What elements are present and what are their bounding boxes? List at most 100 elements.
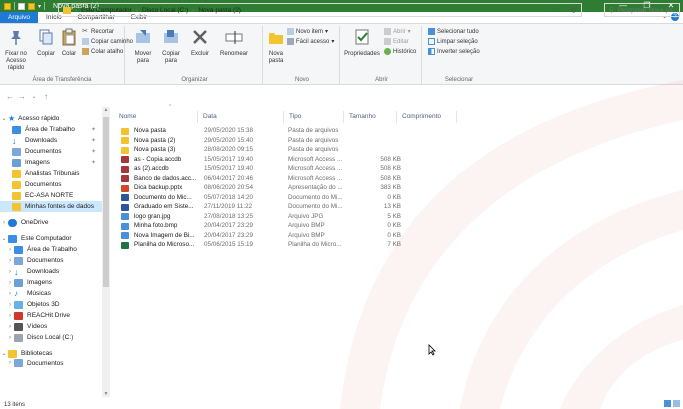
nav-pc-documents[interactable]: › Documentos [0, 255, 110, 266]
file-row[interactable]: Nova pasta 29/05/2020 15:38 Pasta de arqui… [118, 126, 448, 136]
chevron-right-icon[interactable]: › [0, 220, 8, 226]
nav-item-documents[interactable]: Documentos ✦ [0, 146, 110, 157]
nav-pc-images[interactable]: › Imagens [0, 277, 110, 288]
file-row[interactable]: as (2).accdb 15/05/2017 19:40 Microsoft Ac… [118, 164, 448, 174]
copy-path-button[interactable]: Copiar caminho [82, 38, 133, 45]
copy-to-button[interactable]: Copiar para [159, 28, 183, 65]
back-arrow-icon[interactable]: ← [4, 92, 16, 101]
file-row[interactable]: Graduado em Siste... 27/11/2019 11:22 Docu… [118, 202, 448, 212]
file-row[interactable]: Nova pasta (3) 28/08/2020 09:15 Pasta de a… [118, 145, 448, 155]
column-header-date[interactable]: Data [198, 111, 284, 123]
column-header-type[interactable]: Tipo [284, 111, 344, 123]
open-button[interactable]: Abrir ▾ [384, 28, 411, 35]
nav-quick-access[interactable]: ⌄ ★ Acesso rápido [0, 113, 110, 124]
chevron-right-icon[interactable]: › [6, 324, 14, 330]
nav-libraries[interactable]: ⌄ Bibliotecas [0, 348, 110, 359]
file-row[interactable]: Minha foto.bmp 20/04/2017 23:29 Arquivo BM… [118, 221, 448, 231]
file-row[interactable]: Dica backup.pptx 08/06/2020 20:54 Apresent… [118, 183, 448, 193]
chevron-right-icon[interactable]: › [6, 313, 14, 319]
column-header-name[interactable]: Nome [114, 111, 198, 123]
new-folder-icon[interactable] [28, 2, 35, 10]
nav-pc-disk[interactable]: › Disco Local (C:) [0, 332, 110, 343]
image-file-icon [121, 222, 129, 230]
scroll-up-icon[interactable]: ▲ [102, 107, 110, 113]
tab-arquivo[interactable]: Arquivo [0, 12, 39, 23]
nav-item-ec-asa[interactable]: EC-ASA NORTE [0, 190, 110, 201]
move-to-button[interactable]: Mover para [130, 28, 156, 65]
paste-button[interactable]: Colar [60, 28, 78, 58]
history-button[interactable]: Histórico [384, 48, 416, 55]
nav-pc-reachit[interactable]: › REACHit Drive [0, 310, 110, 321]
invert-selection-button[interactable]: Inverter seleção [428, 48, 480, 55]
breadcrumb-disk[interactable]: Disco Local (C:) [142, 7, 188, 14]
delete-button[interactable]: Excluir [187, 28, 213, 58]
file-row[interactable]: logo gran.jpg 27/08/2018 13:25 Arquivo JPG… [118, 212, 448, 222]
chevron-right-icon[interactable]: › [6, 280, 14, 286]
properties-icon[interactable] [18, 2, 25, 10]
column-header-size[interactable]: Tamanho [344, 111, 397, 123]
scrollbar-thumb[interactable] [103, 117, 109, 287]
clear-selection-button[interactable]: Limpar seleção [428, 38, 478, 45]
nav-item-analistas[interactable]: Analistas Tribunais [0, 168, 110, 179]
nav-item-images[interactable]: Imagens ✦ [0, 157, 110, 168]
pin-quick-access-button[interactable]: Fixar no Acesso rápido [3, 28, 29, 72]
chevron-down-icon[interactable]: ⌄ [0, 235, 8, 242]
file-row[interactable]: Nova pasta (2) 29/05/2020 15:40 Pasta de a… [118, 136, 448, 146]
column-header-length[interactable]: Comprimento [397, 111, 457, 123]
rename-button[interactable]: Renomear [217, 28, 251, 58]
breadcrumb-this-pc[interactable]: Este Computador [81, 7, 132, 14]
nav-pc-3d[interactable]: › Objetos 3D [0, 299, 110, 310]
nav-item-desktop[interactable]: Área de Trabalho ✦ [0, 124, 110, 135]
download-arrow-icon: ↓ [14, 266, 19, 277]
file-row[interactable]: Documento do Mic... 05/07/2018 14:20 Docum… [118, 193, 448, 203]
refresh-icon[interactable]: ↻ [570, 6, 577, 15]
file-row[interactable]: Banco de dados.acc... 06/04/2017 20:46 Mic… [118, 174, 448, 184]
nav-lib-documents[interactable]: › Documentos [0, 359, 110, 367]
chevron-down-icon[interactable]: ⌄ [0, 115, 8, 122]
new-item-button[interactable]: Novo item ▾ [287, 28, 328, 35]
file-row[interactable]: as - Copia.accdb 15/05/2017 19:40 Microsof… [118, 155, 448, 165]
search-input[interactable]: ⚲ Pesquisar Nova pa... [604, 3, 680, 17]
file-row[interactable]: Planilha do Microso... 05/06/2015 15:19 Pl… [118, 240, 448, 250]
properties-button[interactable]: Propriedades [344, 28, 380, 58]
nav-pc-videos[interactable]: › Vídeos [0, 321, 110, 332]
nav-pc-desktop[interactable]: › Área de Trabalho [0, 244, 110, 255]
edit-button[interactable]: Editar [384, 38, 409, 45]
chevron-right-icon[interactable]: › [6, 247, 14, 253]
chevron-right-icon[interactable]: › [6, 302, 14, 308]
cut-button[interactable]: ✂ Recortar [82, 28, 114, 35]
copy-button[interactable]: Copiar [36, 28, 56, 58]
nav-item-downloads[interactable]: ↓ Downloads ✦ [0, 135, 110, 146]
chevron-right-icon[interactable]: › [6, 269, 14, 275]
file-row[interactable]: Nova Imagem de Bi... 20/04/2017 23:29 Arqu… [118, 231, 448, 241]
details-view-icon[interactable] [664, 400, 671, 407]
tiles-view-icon[interactable] [673, 400, 680, 407]
new-folder-button[interactable]: Nova pasta [267, 28, 285, 65]
easy-access-button[interactable]: Fácil acesso ▾ [287, 38, 334, 45]
chevron-right-icon[interactable]: › [6, 335, 14, 341]
nav-onedrive[interactable]: › OneDrive [0, 217, 110, 228]
invert-selection-label: Inverter seleção [437, 48, 480, 55]
up-arrow-icon[interactable]: ↑ [40, 92, 52, 101]
chevron-right-icon[interactable]: › [6, 291, 14, 297]
breadcrumb-current[interactable]: Nova pasta (2) [198, 7, 241, 14]
nav-item-documentos-folder[interactable]: Documentos [0, 179, 110, 190]
chevron-down-icon[interactable]: ⌄ [28, 93, 40, 100]
chevron-down-icon[interactable]: ⌄ [556, 6, 561, 14]
nav-this-pc[interactable]: ⌄ Este Computador [0, 233, 110, 244]
nav-pc-music[interactable]: › ♪ Músicas [0, 288, 110, 299]
nav-pc-downloads[interactable]: › ↓ Downloads [0, 266, 110, 277]
nav-scrollbar[interactable]: ▲ ▼ [102, 107, 110, 397]
scroll-down-icon[interactable]: ▼ [102, 391, 110, 397]
chevron-down-icon[interactable]: ▾ [38, 3, 41, 10]
nav-item-minhas-fontes[interactable]: Minhas fontes de dados [0, 201, 110, 212]
address-bar[interactable]: › Este Computador › Disco Local (C:) › N… [58, 3, 582, 17]
properties-label: Propriedades [344, 51, 380, 57]
chevron-right-icon[interactable]: › [6, 360, 14, 366]
forward-arrow-icon[interactable]: → [16, 92, 28, 101]
word-file-icon [121, 194, 129, 201]
select-all-button[interactable]: Selecionar tudo [428, 28, 479, 35]
chevron-down-icon[interactable]: ⌄ [0, 350, 8, 357]
chevron-right-icon[interactable]: › [6, 258, 14, 264]
paste-shortcut-button[interactable]: Colar atalho [82, 48, 123, 55]
